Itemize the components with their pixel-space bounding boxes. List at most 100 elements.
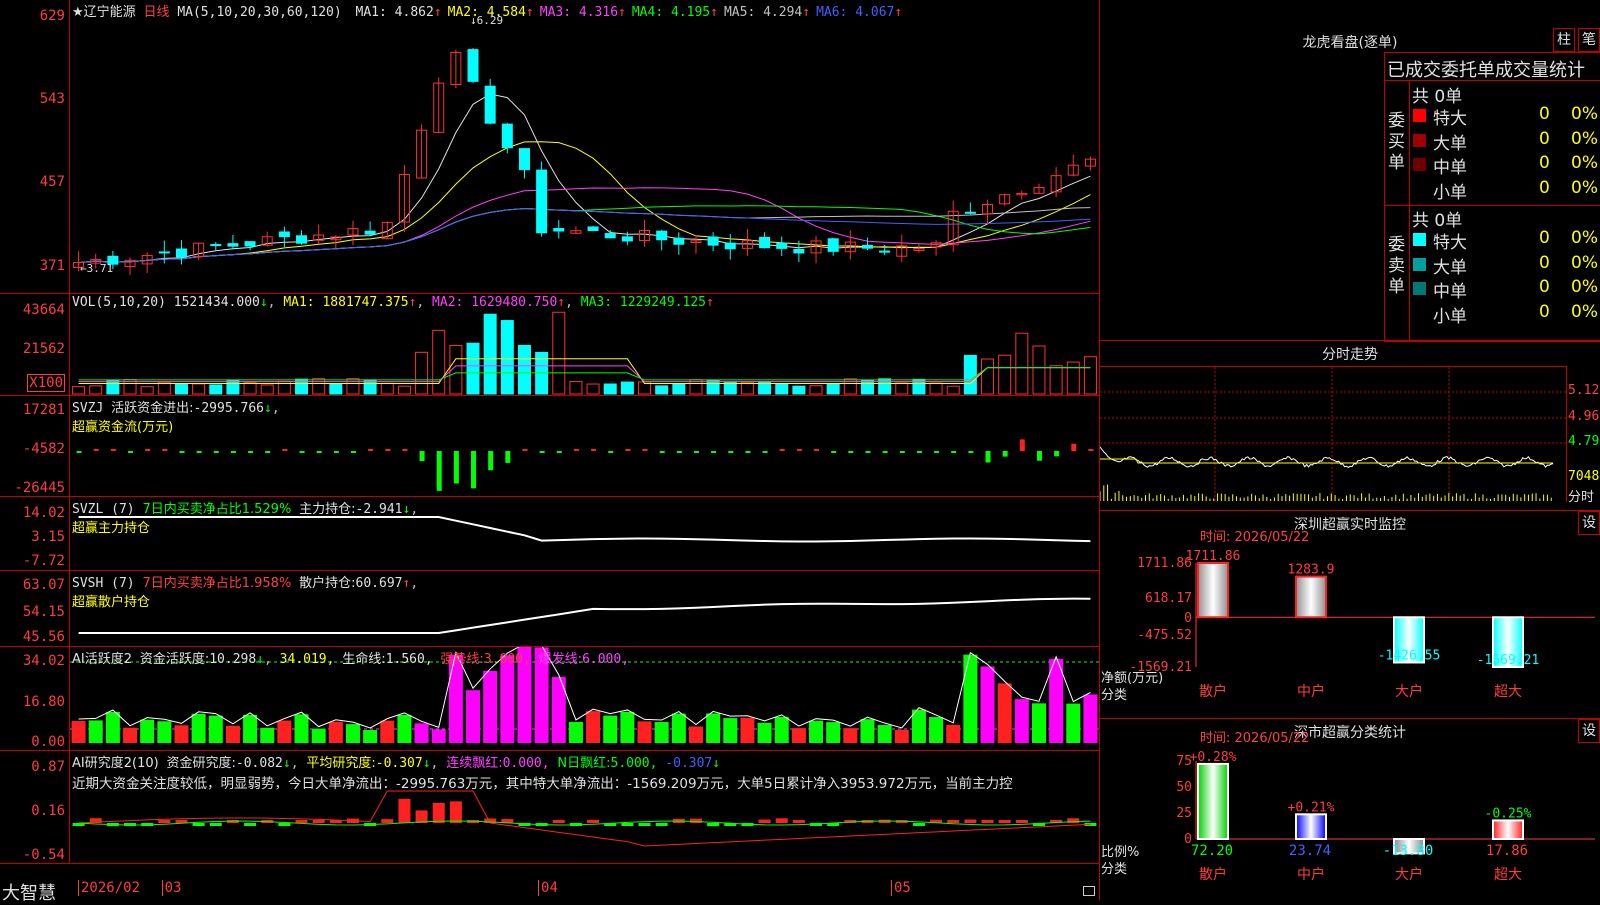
category-label: 中户 bbox=[1297, 683, 1325, 700]
candle bbox=[879, 250, 891, 253]
volume-tick: 21562 bbox=[22, 341, 65, 357]
axis-tick: 618.17 bbox=[1145, 591, 1192, 606]
research-bar bbox=[415, 810, 428, 823]
sell-side-label: 委卖单 bbox=[1388, 235, 1405, 297]
price-panel[interactable]: 629 543 457 371 ★辽宁能源 日线 MA(5,10,20,30,6… bbox=[0, 0, 1099, 294]
volume-bar bbox=[1032, 345, 1046, 395]
volume-bar bbox=[243, 382, 257, 395]
color-swatch bbox=[1413, 133, 1426, 147]
activity-bar bbox=[911, 709, 926, 743]
volume-bar bbox=[483, 313, 497, 395]
color-swatch bbox=[1413, 282, 1426, 295]
class-xlabel: 分类 bbox=[1101, 862, 1128, 877]
svsh-tick: 54.15 bbox=[22, 604, 65, 620]
bar-view-button[interactable]: 柱 bbox=[1553, 28, 1575, 52]
candle bbox=[158, 251, 170, 254]
color-swatch bbox=[1413, 233, 1426, 246]
volume-ma-line bbox=[78, 367, 1091, 381]
volume-bar bbox=[192, 383, 206, 395]
candle bbox=[553, 228, 565, 232]
category-bar bbox=[1295, 575, 1327, 619]
svsh-tick: 63.07 bbox=[22, 577, 65, 593]
flow-bar bbox=[419, 451, 425, 462]
research-bar bbox=[158, 820, 171, 823]
period-label[interactable]: 日线 bbox=[143, 5, 169, 20]
activity-bar bbox=[654, 722, 669, 743]
ai-activity-tick: 0.00 bbox=[31, 734, 65, 750]
flow-bar bbox=[368, 449, 374, 451]
volume-bar bbox=[174, 384, 188, 395]
volume-bar bbox=[809, 385, 823, 395]
activity-bar bbox=[294, 714, 309, 743]
svsh-panel[interactable]: 63.07 54.15 45.56 SVSH (7) 7日内买卖净占比1.958… bbox=[0, 571, 1099, 647]
flow-bar bbox=[985, 451, 991, 463]
category-label: 超大 bbox=[1494, 684, 1522, 700]
intraday-avg-line bbox=[1100, 458, 1554, 464]
bar-value-label: +0.21% bbox=[1288, 800, 1335, 815]
volume-bar bbox=[946, 385, 960, 395]
category-label: 超大 bbox=[1494, 867, 1522, 883]
flow-bar bbox=[916, 451, 922, 453]
flow-bar bbox=[556, 451, 562, 453]
category-bar bbox=[1197, 562, 1229, 619]
ai-research-panel[interactable]: 0.87 0.16 -0.54 AI研究度2(10) 资金研究度:-0.082↓… bbox=[0, 751, 1099, 863]
ma-values: MA1: 4.862↑ MA2: 4.584↑ MA3: 4.316↑ MA4: 4.… bbox=[350, 5, 903, 20]
category-label: 大户 bbox=[1395, 683, 1423, 700]
volume-bar bbox=[929, 382, 943, 395]
ma-value-1: MA1: 4.862↑ bbox=[355, 5, 442, 20]
flow-bar bbox=[899, 451, 905, 453]
flow-bar bbox=[76, 451, 82, 453]
class-value: 23.74 bbox=[1289, 843, 1331, 859]
flow-bar bbox=[573, 449, 579, 451]
svzl-axis: 14.02 3.15 -7.72 bbox=[0, 497, 70, 570]
lock-icon[interactable] bbox=[1083, 886, 1095, 896]
sz-class-panel[interactable]: 深市超赢分类统计 设 时间: 2026/05/22 75 50 25 0 +0.28% 散… bbox=[1099, 718, 1600, 900]
svzj-tick: -4582 bbox=[22, 441, 65, 457]
volume-panel[interactable]: 43664 21562 X100 VOL(5,10,20) 1521434.00… bbox=[0, 294, 1099, 396]
intraday-title: 分时走势 bbox=[1322, 347, 1378, 363]
intraday-panel[interactable]: 分时走势 5.125 4.960 4.795 70484 分时 bbox=[1099, 340, 1600, 510]
flow-bar bbox=[299, 451, 305, 453]
activity-bar bbox=[123, 727, 138, 743]
activity-bar bbox=[260, 727, 275, 743]
activity-bar bbox=[671, 713, 686, 743]
candle bbox=[793, 248, 805, 254]
flow-bar bbox=[162, 449, 168, 451]
svzj-tick: -26445 bbox=[14, 480, 65, 496]
candle bbox=[501, 123, 513, 149]
volume-bar bbox=[1015, 332, 1029, 395]
flow-bar bbox=[762, 451, 768, 453]
intraday-chart[interactable] bbox=[1099, 366, 1567, 502]
svzj-panel[interactable]: 17281 -4582 -26445 SVZJ 活跃资金进出:-2995.766… bbox=[0, 396, 1099, 497]
timeline-label: 04 bbox=[538, 880, 558, 896]
research-bar bbox=[998, 820, 1011, 823]
activity-bar bbox=[980, 666, 995, 743]
sz-monitor-panel[interactable]: 深圳超赢实时监控 设 时间: 2026/05/22 1711.86 618.17 0… bbox=[1099, 510, 1600, 718]
tick-view-button[interactable]: 笔 bbox=[1578, 28, 1600, 52]
volume-bar bbox=[226, 380, 240, 395]
activity-bar bbox=[157, 721, 172, 743]
ai-research-tick: 0.16 bbox=[31, 803, 65, 819]
flow-bar bbox=[591, 449, 597, 451]
candle bbox=[467, 49, 479, 82]
class-svg: 7550250+0.28%散户+0.21%中户 大户-0.25%超大72.20 23… bbox=[1176, 750, 1595, 883]
order-label: 小单 bbox=[1433, 306, 1467, 327]
flow-bar bbox=[282, 449, 288, 451]
svzl-panel[interactable]: 14.02 3.15 -7.72 SVZL (7) 7日内买卖净占比1.529%… bbox=[0, 497, 1099, 571]
candle bbox=[621, 236, 633, 242]
activity-bar bbox=[620, 711, 635, 743]
ai-activity-panel[interactable]: 34.02 16.80 0.00 AI活跃度2 资金活跃度:10.298↓, 3… bbox=[0, 647, 1099, 751]
ai-comment: 近期大资金关注度较低，明显弱势，今日大单净流出：-2995.763万元，其中特大… bbox=[72, 776, 1013, 792]
stock-name[interactable]: ★辽宁能源 bbox=[72, 5, 136, 20]
activity-bar bbox=[243, 714, 258, 743]
svzl-tick: 14.02 bbox=[22, 505, 65, 521]
flow-bar bbox=[608, 451, 614, 453]
candlestick-chart[interactable] bbox=[70, 0, 1099, 293]
volume-bar bbox=[878, 378, 892, 395]
intraday-svg bbox=[1099, 367, 1566, 502]
monitor-svg: 1711.86 618.17 0 -475.52 -1569.21 1711.86 散户 12… bbox=[1129, 549, 1595, 700]
order-count: 0 bbox=[1539, 153, 1550, 173]
research-bar bbox=[432, 802, 445, 823]
color-swatch bbox=[1413, 257, 1426, 271]
category-bar bbox=[1492, 819, 1524, 840]
